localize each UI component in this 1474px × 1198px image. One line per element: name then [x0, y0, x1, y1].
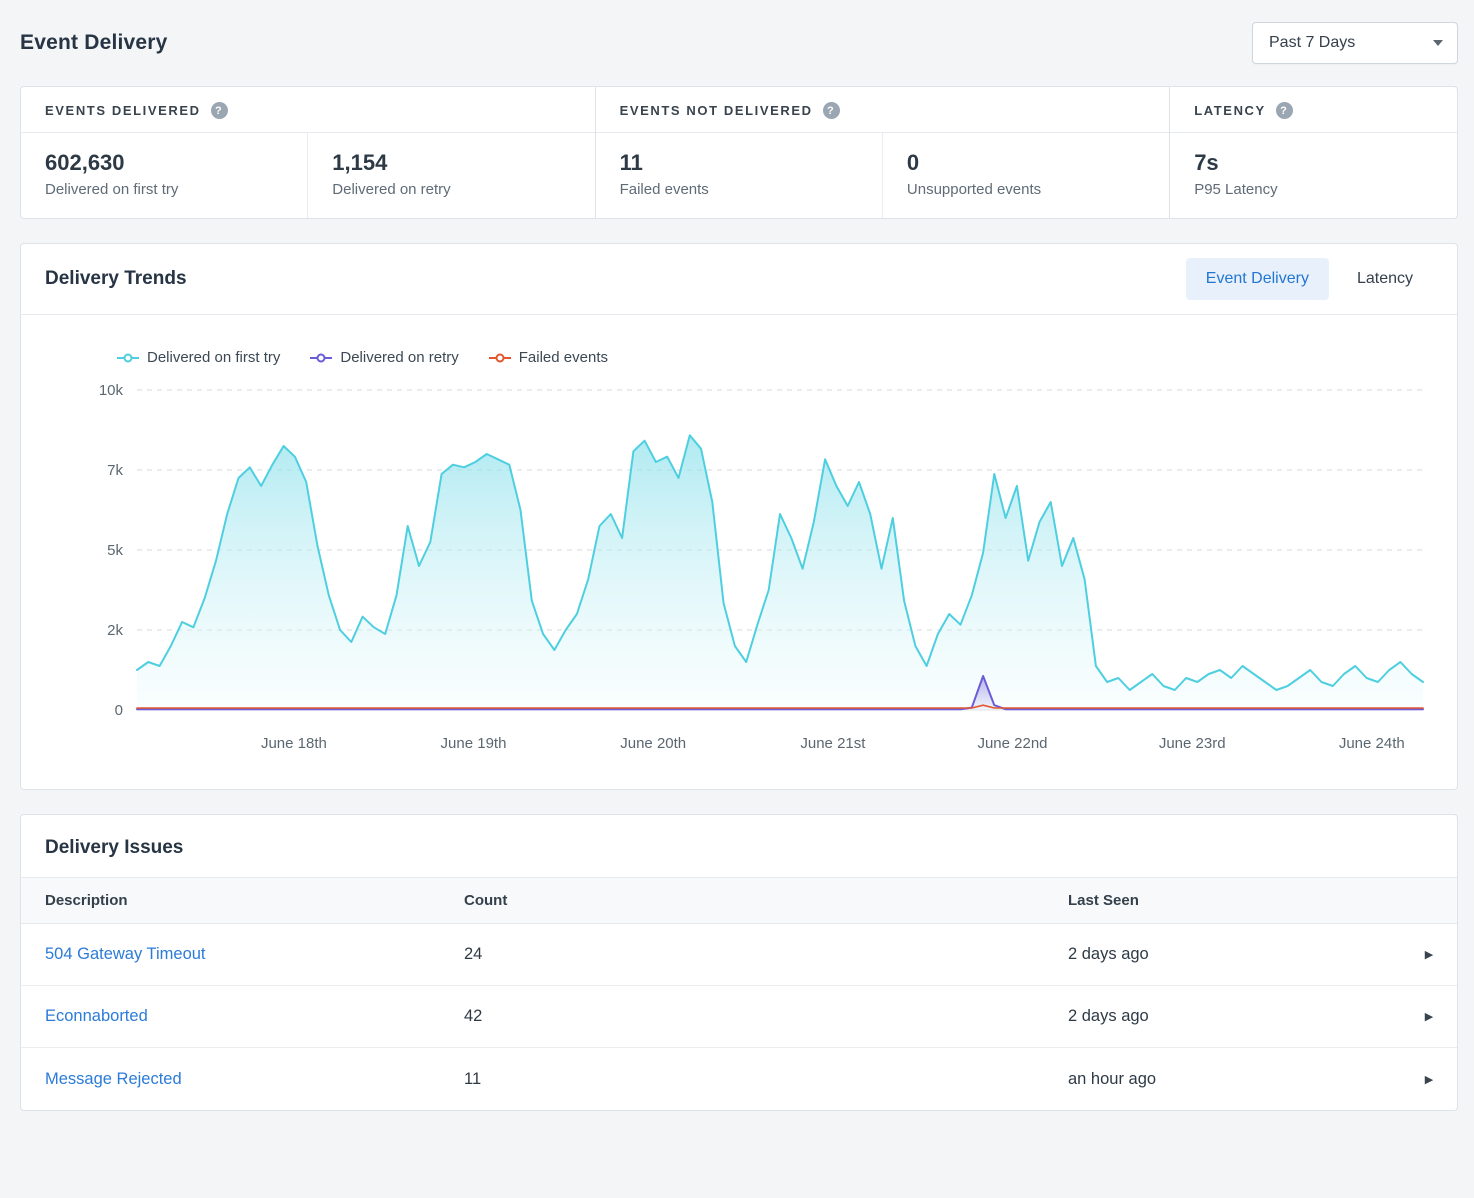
issue-last-seen: 2 days ago: [1068, 1007, 1401, 1026]
help-icon[interactable]: ?: [823, 102, 840, 119]
stat-delivered-retry: 1,154 Delivered on retry: [307, 133, 594, 218]
issue-count: 11: [464, 1070, 1068, 1089]
legend-label: Delivered on retry: [340, 349, 458, 366]
event-delivery-page: Event Delivery Past 7 Days EVENTS DELIVE…: [20, 22, 1458, 1111]
stat-group-events-delivered: EVENTS DELIVERED ? 602,630 Delivered on …: [21, 87, 595, 218]
stat-group-events-not-delivered: EVENTS NOT DELIVERED ? 11 Failed events …: [595, 87, 1170, 218]
legend-item-first-try: Delivered on first try: [117, 349, 280, 366]
line-marker-icon: [310, 352, 332, 363]
svg-text:0: 0: [115, 702, 123, 719]
stat-delivered-first-try: 602,630 Delivered on first try: [21, 133, 307, 218]
table-row[interactable]: Message Rejected 11 an hour ago ▶: [21, 1048, 1457, 1110]
svg-text:10k: 10k: [99, 382, 124, 399]
chevron-right-icon[interactable]: ▶: [1425, 1010, 1433, 1023]
time-range-dropdown[interactable]: Past 7 Days: [1252, 22, 1458, 64]
table-row[interactable]: Econnaborted 42 2 days ago ▶: [21, 986, 1457, 1048]
column-header-count: Count: [464, 892, 1068, 909]
stat-group-title: LATENCY: [1194, 103, 1266, 118]
svg-text:5k: 5k: [107, 542, 123, 559]
caret-down-icon: [1433, 40, 1443, 46]
stat-group-title: EVENTS NOT DELIVERED: [620, 103, 813, 118]
stat-group-latency: LATENCY ? 7s P95 Latency: [1169, 87, 1457, 218]
stat-group-header: EVENTS DELIVERED ?: [21, 87, 595, 133]
stat-group-header: EVENTS NOT DELIVERED ?: [596, 87, 1170, 133]
issue-count: 24: [464, 945, 1068, 964]
svg-text:7k: 7k: [107, 462, 123, 479]
help-icon[interactable]: ?: [211, 102, 228, 119]
stat-group-header: LATENCY ?: [1170, 87, 1457, 133]
chevron-right-icon[interactable]: ▶: [1425, 1073, 1433, 1086]
chevron-right-icon[interactable]: ▶: [1425, 948, 1433, 961]
stat-label: Failed events: [620, 181, 858, 198]
column-header-description: Description: [45, 892, 464, 909]
svg-text:June 24th: June 24th: [1339, 735, 1405, 752]
stat-label: Unsupported events: [907, 181, 1145, 198]
stats-panel: EVENTS DELIVERED ? 602,630 Delivered on …: [20, 86, 1458, 219]
stat-label: Delivered on first try: [45, 181, 283, 198]
legend-item-retry: Delivered on retry: [310, 349, 458, 366]
issues-panel: Delivery Issues Description Count Last S…: [20, 814, 1458, 1111]
stat-failed-events: 11 Failed events: [596, 133, 882, 218]
stat-label: P95 Latency: [1194, 181, 1433, 198]
svg-text:June 23rd: June 23rd: [1159, 735, 1226, 752]
svg-text:June 21st: June 21st: [800, 735, 866, 752]
svg-text:2k: 2k: [107, 622, 123, 639]
legend-label: Failed events: [519, 349, 608, 366]
stat-unsupported-events: 0 Unsupported events: [882, 133, 1169, 218]
tab-event-delivery[interactable]: Event Delivery: [1186, 258, 1329, 300]
issue-last-seen: 2 days ago: [1068, 945, 1401, 964]
svg-text:June 19th: June 19th: [441, 735, 507, 752]
help-icon[interactable]: ?: [1276, 102, 1293, 119]
stat-label: Delivered on retry: [332, 181, 570, 198]
issue-link[interactable]: 504 Gateway Timeout: [45, 945, 464, 964]
svg-text:June 22nd: June 22nd: [977, 735, 1047, 752]
trends-title: Delivery Trends: [45, 268, 187, 290]
stat-value: 11: [620, 150, 858, 176]
delivery-trends-chart[interactable]: 0 2k 5k 7k 10k June 18th June 19th June 20th Jun…: [45, 378, 1435, 768]
stat-p95-latency: 7s P95 Latency: [1170, 133, 1457, 218]
chart-legend: Delivered on first try Delivered on retr…: [117, 349, 1433, 366]
issue-link[interactable]: Econnaborted: [45, 1007, 464, 1026]
trends-tabs: Event Delivery Latency: [1186, 258, 1433, 300]
issue-link[interactable]: Message Rejected: [45, 1070, 464, 1089]
svg-text:June 20th: June 20th: [620, 735, 686, 752]
legend-label: Delivered on first try: [147, 349, 280, 366]
line-marker-icon: [489, 352, 511, 363]
issue-count: 42: [464, 1007, 1068, 1026]
issue-last-seen: an hour ago: [1068, 1070, 1401, 1089]
chart-area: Delivered on first try Delivered on retr…: [21, 315, 1457, 789]
table-row[interactable]: 504 Gateway Timeout 24 2 days ago ▶: [21, 924, 1457, 986]
time-range-value: Past 7 Days: [1269, 34, 1355, 52]
stat-group-title: EVENTS DELIVERED: [45, 103, 201, 118]
stat-value: 602,630: [45, 150, 283, 176]
page-header: Event Delivery Past 7 Days: [20, 22, 1458, 64]
stat-value: 0: [907, 150, 1145, 176]
trends-panel: Delivery Trends Event Delivery Latency D…: [20, 243, 1458, 790]
svg-text:June 18th: June 18th: [261, 735, 327, 752]
page-title: Event Delivery: [20, 31, 168, 55]
issues-title: Delivery Issues: [21, 815, 1457, 877]
stat-value: 7s: [1194, 150, 1433, 176]
trends-header: Delivery Trends Event Delivery Latency: [21, 244, 1457, 315]
line-marker-icon: [117, 352, 139, 363]
tab-latency[interactable]: Latency: [1337, 258, 1433, 300]
legend-item-failed: Failed events: [489, 349, 608, 366]
stat-value: 1,154: [332, 150, 570, 176]
issues-table-header: Description Count Last Seen: [21, 877, 1457, 924]
column-header-last-seen: Last Seen: [1068, 892, 1401, 909]
